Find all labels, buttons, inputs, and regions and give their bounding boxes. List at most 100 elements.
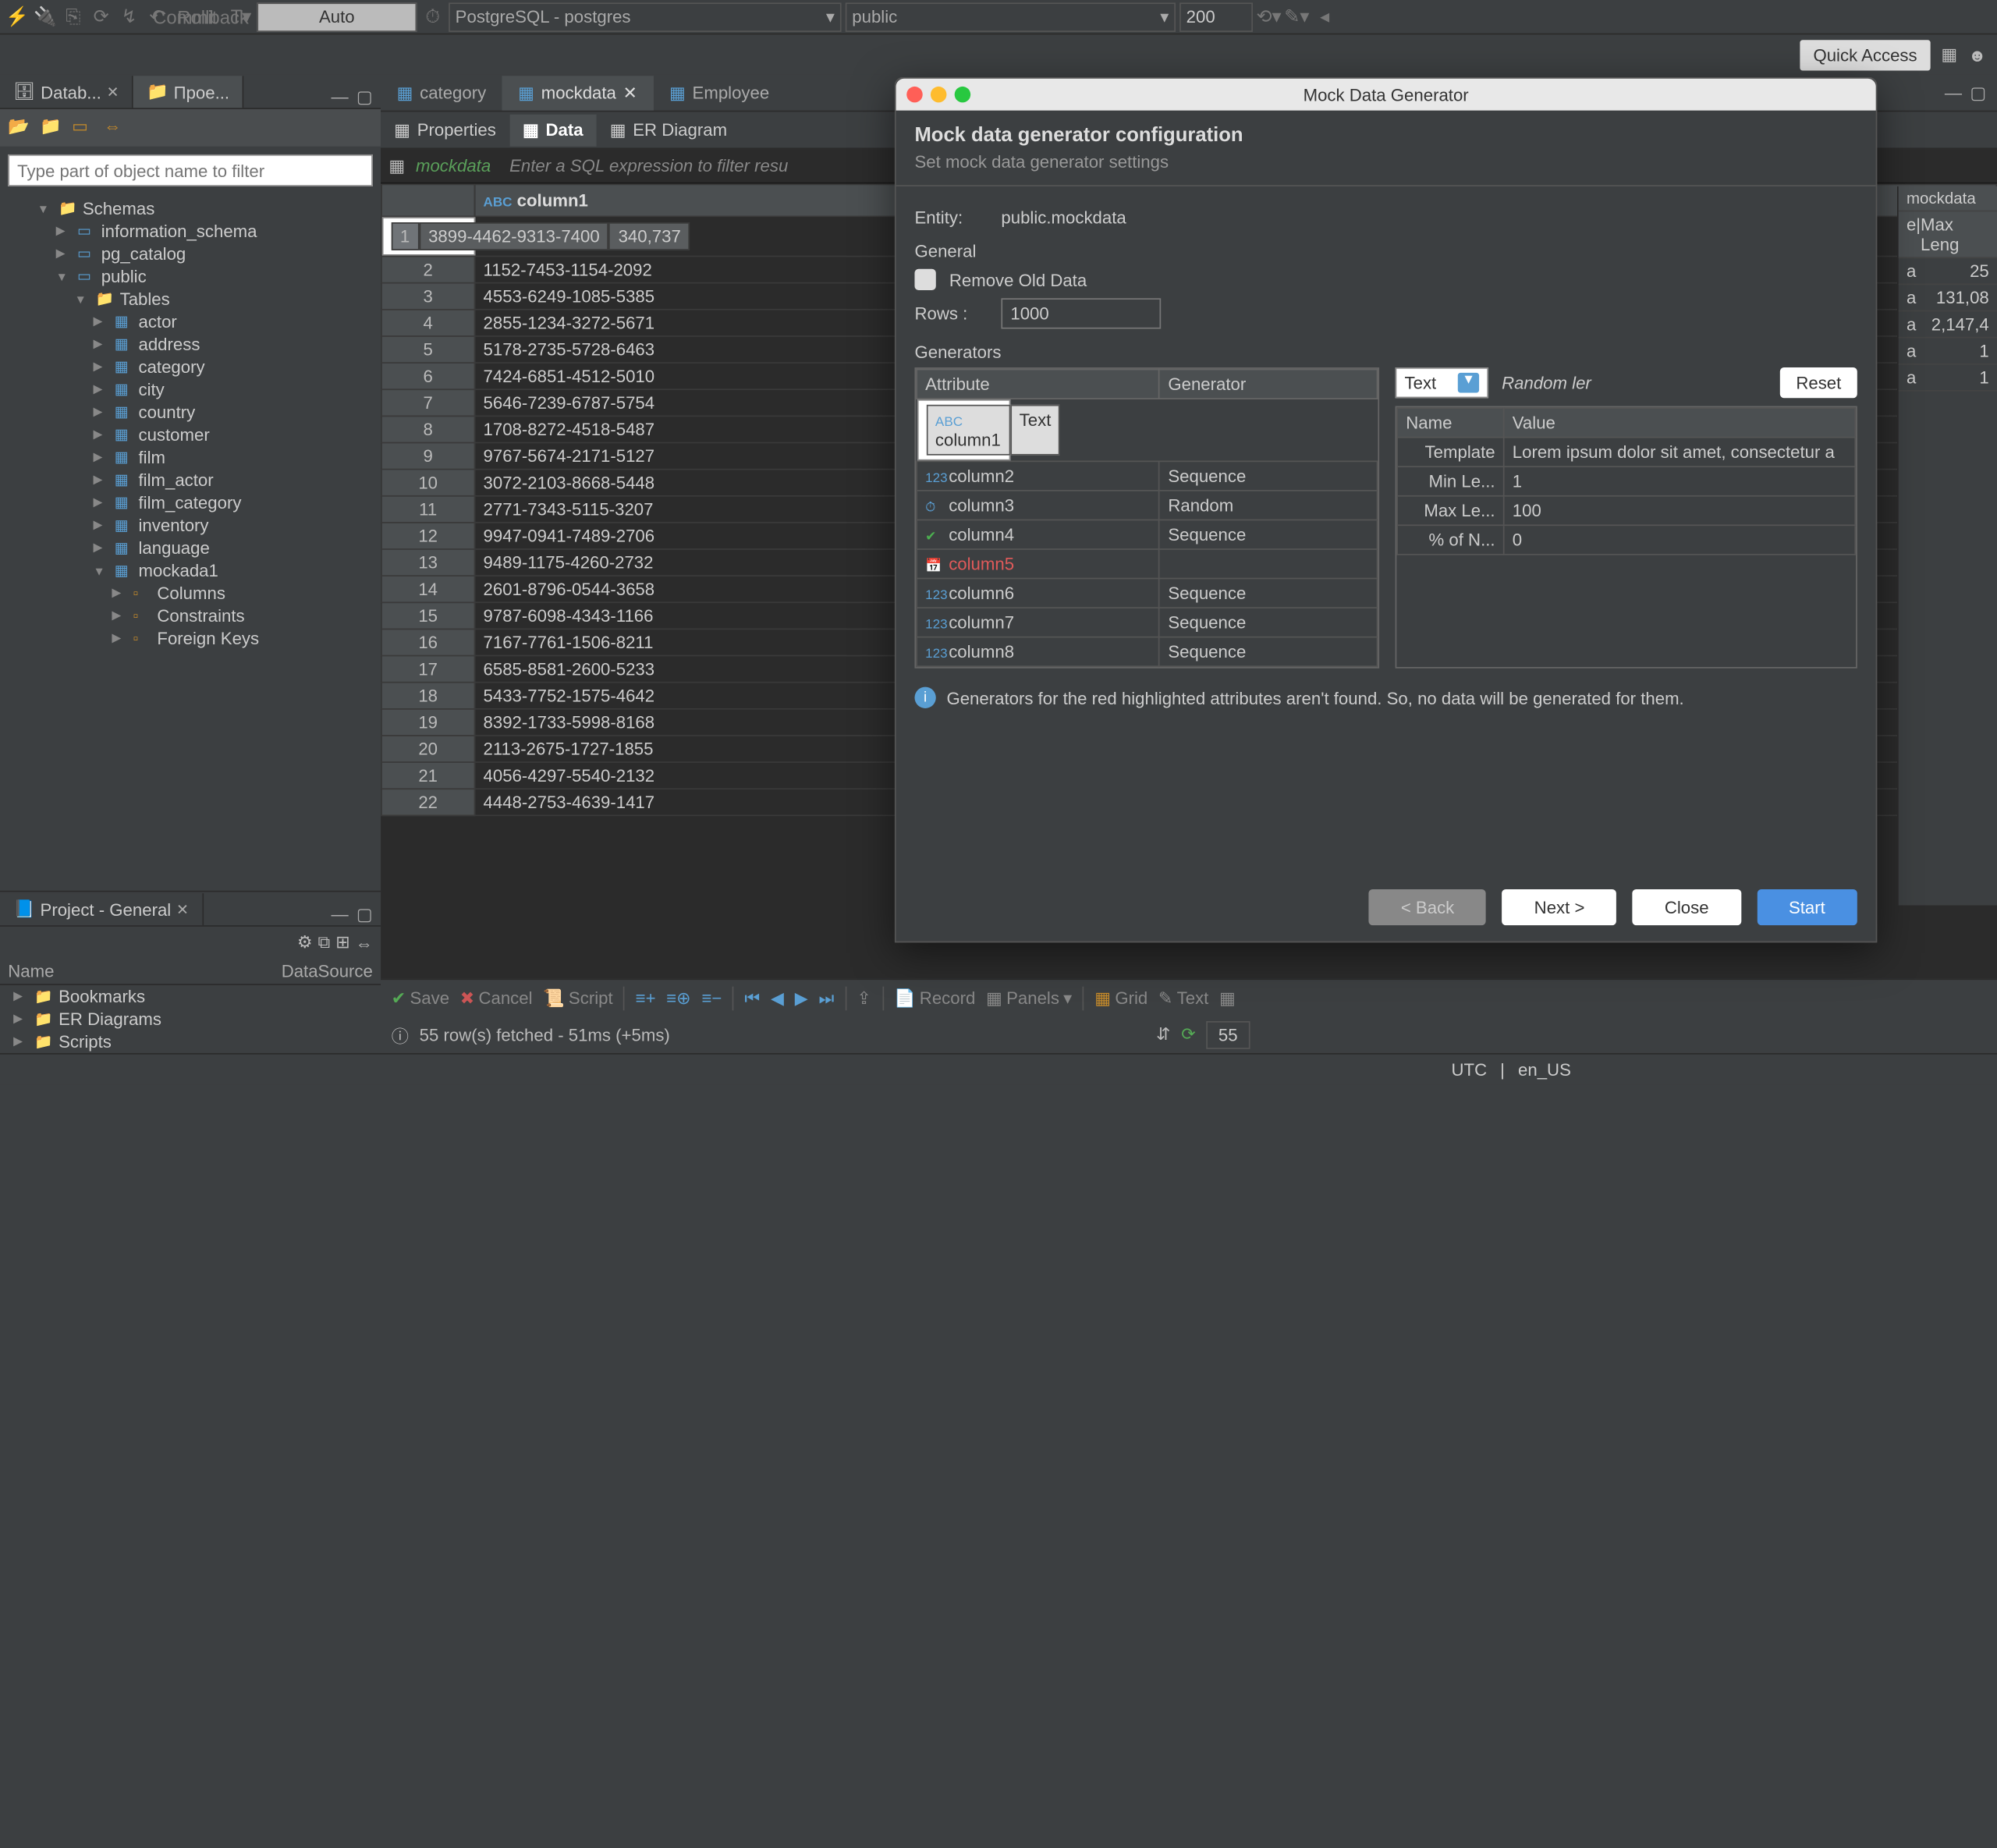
- tab-projects[interactable]: 📁 Прое...: [133, 76, 244, 108]
- rows-input[interactable]: [1001, 298, 1161, 328]
- generator-row[interactable]: ✔ column4Sequence: [917, 520, 1378, 549]
- project-item[interactable]: ▶📁ER Diagrams: [0, 1008, 381, 1030]
- add-icon[interactable]: ⊞: [335, 932, 350, 953]
- property-row[interactable]: Min Le...1: [1397, 466, 1855, 496]
- plug-icon[interactable]: ⚡: [5, 5, 30, 29]
- record-button[interactable]: 📄Record: [894, 987, 975, 1008]
- prev-icon[interactable]: ◀: [771, 987, 784, 1008]
- editor-tab[interactable]: ▦category: [381, 75, 502, 109]
- quickaccess-button[interactable]: Quick Access: [1800, 39, 1930, 69]
- newconn-icon[interactable]: 📂: [8, 115, 32, 140]
- tree-node[interactable]: ▶▦address: [0, 333, 381, 356]
- minimize-icon[interactable]: —: [331, 87, 348, 108]
- locale[interactable]: en_US: [1518, 1060, 1571, 1080]
- generator-row[interactable]: 123 column8Sequence: [917, 637, 1378, 667]
- close-button[interactable]: Close: [1633, 889, 1741, 925]
- tree-node[interactable]: ▶▫Constraints: [0, 605, 381, 627]
- next-button[interactable]: Next >: [1502, 889, 1617, 925]
- subtab-er-diagram[interactable]: ▦ER Diagram: [597, 114, 740, 146]
- subtab-data[interactable]: ▦Data: [509, 114, 597, 146]
- tree-node[interactable]: ▶▫Columns: [0, 582, 381, 605]
- tree-node[interactable]: ▶▭information_schema: [0, 220, 381, 243]
- refresh-icon[interactable]: ⟳: [89, 5, 113, 29]
- generator-row[interactable]: ABC column1Text: [917, 399, 1009, 461]
- gear-icon[interactable]: ⚙: [297, 932, 313, 953]
- tab-project-general[interactable]: 📘 Project - General✕: [0, 893, 204, 925]
- refresh-icon[interactable]: ⟳: [1181, 1023, 1196, 1045]
- value-panel-tab[interactable]: mockdata: [1899, 186, 1997, 211]
- close-icon[interactable]: ✕: [107, 83, 119, 101]
- maximize-icon[interactable]: ▢: [1970, 82, 1986, 103]
- maximize-icon[interactable]: ▢: [356, 904, 373, 925]
- tx-icon[interactable]: T▾: [229, 5, 254, 29]
- save-button[interactable]: ✔Save: [392, 987, 449, 1008]
- generator-properties-table[interactable]: NameValue TemplateLorem ipsum dolor sit …: [1396, 406, 1857, 669]
- txmode-combo[interactable]: Auto: [257, 2, 417, 32]
- editor-tab[interactable]: ▦Employee: [654, 75, 786, 109]
- tree-node[interactable]: ▼▦mockada1: [0, 559, 381, 582]
- tree-node[interactable]: ▶▭pg_catalog: [0, 243, 381, 265]
- tree-node[interactable]: ▶▦city: [0, 378, 381, 401]
- rowlimit-input[interactable]: 200: [1179, 2, 1253, 32]
- collapse-icon[interactable]: ▭: [72, 115, 96, 140]
- panels-button[interactable]: ▦Panels ▾: [986, 987, 1072, 1008]
- connection-combo[interactable]: PostgreSQL - postgres▾: [449, 2, 841, 32]
- tree-node[interactable]: ▶▦film_category: [0, 491, 381, 514]
- sql-icon[interactable]: ⎘: [62, 5, 86, 29]
- help-icon[interactable]: ☻: [1968, 44, 1986, 65]
- tab-database-navigator[interactable]: 🗄 Datab...✕: [0, 76, 133, 108]
- commit-icon[interactable]: ↯: [117, 5, 141, 29]
- plug2-icon[interactable]: 🔌: [34, 5, 58, 29]
- zoom-window-icon[interactable]: [955, 87, 970, 102]
- property-row[interactable]: TemplateLorem ipsum dolor sit amet, cons…: [1397, 438, 1855, 467]
- delrow-icon[interactable]: ≡−: [701, 988, 722, 1008]
- close-icon[interactable]: ✕: [176, 901, 189, 918]
- tree-node[interactable]: ▶▦film: [0, 446, 381, 469]
- tree-node[interactable]: ▶▦country: [0, 401, 381, 424]
- table-row[interactable]: 13899-4462-9313-7400340,737: [381, 217, 474, 255]
- next-icon[interactable]: ▶: [795, 987, 808, 1008]
- export-icon[interactable]: ⇪: [857, 987, 871, 1008]
- copy-icon[interactable]: ⧉: [318, 932, 331, 953]
- clock-icon[interactable]: ⏱: [420, 5, 445, 29]
- property-row[interactable]: % of N...0: [1397, 525, 1855, 555]
- generator-row[interactable]: ⏱ column3Random: [917, 491, 1378, 520]
- last-icon[interactable]: ⏭: [818, 987, 834, 1008]
- tree-node[interactable]: ▶▦category: [0, 356, 381, 378]
- perspective-icon[interactable]: ▦: [1941, 44, 1957, 65]
- generator-row[interactable]: 123 column6Sequence: [917, 579, 1378, 608]
- minimize-icon[interactable]: —: [1945, 82, 1962, 103]
- property-row[interactable]: Max Le...100: [1397, 496, 1855, 526]
- sync-icon[interactable]: ⟲▾: [1257, 5, 1281, 29]
- pencil-icon[interactable]: ✎▾: [1285, 5, 1309, 29]
- editor-tab[interactable]: ▦mockdata✕: [502, 75, 654, 109]
- tree-node[interactable]: ▶▦language: [0, 537, 381, 559]
- link-icon[interactable]: ⇔: [104, 115, 128, 140]
- position-icon[interactable]: ⇵: [1156, 1023, 1171, 1045]
- maximize-icon[interactable]: ▢: [356, 87, 373, 108]
- generator-row[interactable]: 123 column2Sequence: [917, 461, 1378, 491]
- schema-combo[interactable]: public▾: [846, 2, 1176, 32]
- subtab-properties[interactable]: ▦Properties: [381, 114, 509, 146]
- duprow-icon[interactable]: ≡⊕: [666, 987, 691, 1008]
- project-item[interactable]: ▶📁Bookmarks: [0, 985, 381, 1008]
- tree-node[interactable]: ▼📁Tables: [0, 288, 381, 310]
- first-icon[interactable]: ⏮: [744, 987, 760, 1008]
- dialog-titlebar[interactable]: Mock Data Generator: [896, 79, 1876, 111]
- link-icon[interactable]: ⇔: [356, 933, 373, 953]
- tree-node[interactable]: ▼▭public: [0, 265, 381, 288]
- close-icon[interactable]: ✕: [623, 82, 637, 103]
- grid-view-button[interactable]: ▦Grid: [1094, 987, 1147, 1008]
- rollback-button[interactable]: Rollback: [201, 5, 225, 29]
- cancel-button[interactable]: ✖Cancel: [460, 987, 533, 1008]
- generator-row[interactable]: 📅 column5: [917, 549, 1378, 579]
- tree-node[interactable]: ▶▦inventory: [0, 514, 381, 537]
- newfolder-icon[interactable]: 📁: [40, 115, 64, 140]
- tree-node[interactable]: ▼📁Schemas: [0, 197, 381, 220]
- generator-type-select[interactable]: Text▼: [1396, 367, 1488, 398]
- timezone[interactable]: UTC: [1452, 1060, 1488, 1080]
- text-view-button[interactable]: ✎Text: [1158, 987, 1208, 1008]
- minimize-icon[interactable]: —: [331, 904, 348, 925]
- tree-node[interactable]: ▶▫Foreign Keys: [0, 627, 381, 650]
- addrow-icon[interactable]: ≡+: [636, 988, 656, 1008]
